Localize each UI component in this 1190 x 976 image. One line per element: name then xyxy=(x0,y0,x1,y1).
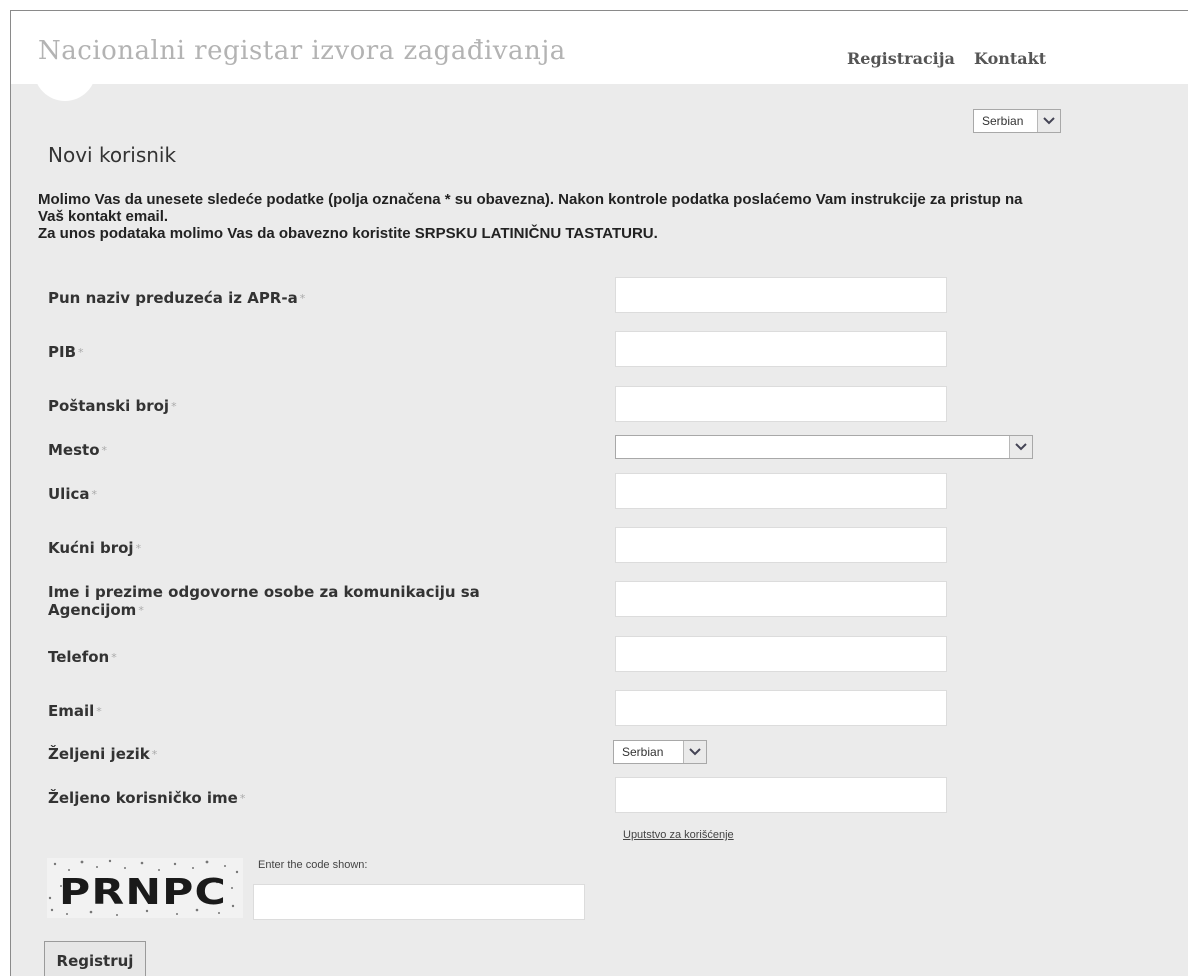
nav-kontakt[interactable]: Kontakt xyxy=(974,49,1046,68)
language-select[interactable]: Serbian xyxy=(973,109,1061,133)
email-input[interactable] xyxy=(615,690,947,726)
pib-label-text: PIB xyxy=(48,343,77,361)
email-label: Email * xyxy=(48,702,588,721)
required-marker: * xyxy=(96,705,102,718)
site-title: Nacionalni registar izvora zagađivanja xyxy=(38,36,566,66)
city-label: Mesto * xyxy=(48,441,588,460)
page-title: Novi korisnik xyxy=(48,143,177,167)
intro-text: Molimo Vas da unesete sledeće podatke (p… xyxy=(38,191,1038,242)
phone-label: Telefon * xyxy=(48,648,588,667)
postal-code-label-text: Poštanski broj xyxy=(48,397,170,415)
required-marker: * xyxy=(239,792,246,805)
page-container: Nacionalni registar izvora zagađivanja R… xyxy=(10,10,1188,976)
required-marker: * xyxy=(101,444,108,457)
captcha-input[interactable] xyxy=(253,884,585,920)
postal-code-input[interactable] xyxy=(615,386,947,422)
city-select[interactable] xyxy=(615,435,1033,459)
username-label: Željeno korisničko ime * xyxy=(48,789,588,808)
chevron-down-icon[interactable] xyxy=(1037,110,1060,132)
contact-person-label: Ime i prezime odgovorne osobe za komunik… xyxy=(48,583,578,620)
intro-line-1: Molimo Vas da unesete sledeće podatke (p… xyxy=(38,191,1023,225)
help-link[interactable]: Uputstvo za korišćenje xyxy=(623,829,734,841)
language-label: Željeni jezik * xyxy=(48,745,588,764)
company-name-input[interactable] xyxy=(615,277,947,313)
chevron-down-icon[interactable] xyxy=(1009,436,1032,458)
pib-label: PIB * xyxy=(48,343,588,362)
preferred-language-select[interactable]: Serbian xyxy=(613,740,707,764)
company-name-label: Pun naziv preduzeća iz APR-a * xyxy=(48,289,588,308)
postal-code-label: Poštanski broj * xyxy=(48,397,588,416)
pib-input[interactable] xyxy=(615,331,947,367)
nav-registracija[interactable]: Registracija xyxy=(847,49,955,68)
required-marker: * xyxy=(111,651,117,664)
required-marker: * xyxy=(78,346,84,359)
company-name-label-text: Pun naziv preduzeća iz APR-a xyxy=(48,289,298,307)
house-number-input[interactable] xyxy=(615,527,947,563)
phone-input[interactable] xyxy=(615,636,947,672)
language-select-value: Serbian xyxy=(982,114,1024,128)
top-nav: Registracija Kontakt xyxy=(847,49,1060,68)
username-label-text: Željeno korisničko ime xyxy=(48,789,238,807)
chevron-down-icon[interactable] xyxy=(683,741,706,763)
captcha-code: PRNPC xyxy=(59,872,227,913)
register-button[interactable]: Registruj xyxy=(44,941,146,976)
required-marker: * xyxy=(135,542,142,555)
captcha-prompt: Enter the code shown: xyxy=(258,859,368,871)
required-marker: * xyxy=(151,748,158,761)
required-marker: * xyxy=(171,400,177,413)
language-label-text: Željeni jezik xyxy=(48,745,150,763)
street-label-text: Ulica xyxy=(48,485,90,503)
intro-line-2: Za unos podataka molimo Vas da obavezno … xyxy=(38,225,658,242)
required-marker: * xyxy=(91,488,97,501)
captcha-image: PRNPC xyxy=(47,858,243,918)
preferred-language-value: Serbian xyxy=(622,745,664,759)
required-marker: * xyxy=(138,604,144,617)
contact-person-input[interactable] xyxy=(615,581,947,617)
phone-label-text: Telefon xyxy=(48,648,110,666)
username-input[interactable] xyxy=(615,777,947,813)
street-label: Ulica * xyxy=(48,485,588,504)
house-number-label-text: Kućni broj xyxy=(48,539,134,557)
email-label-text: Email xyxy=(48,702,95,720)
street-input[interactable] xyxy=(615,473,947,509)
contact-person-label-text: Ime i prezime odgovorne osobe za komunik… xyxy=(48,583,480,619)
city-label-text: Mesto xyxy=(48,441,100,459)
house-number-label: Kućni broj * xyxy=(48,539,588,558)
required-marker: * xyxy=(299,292,306,305)
